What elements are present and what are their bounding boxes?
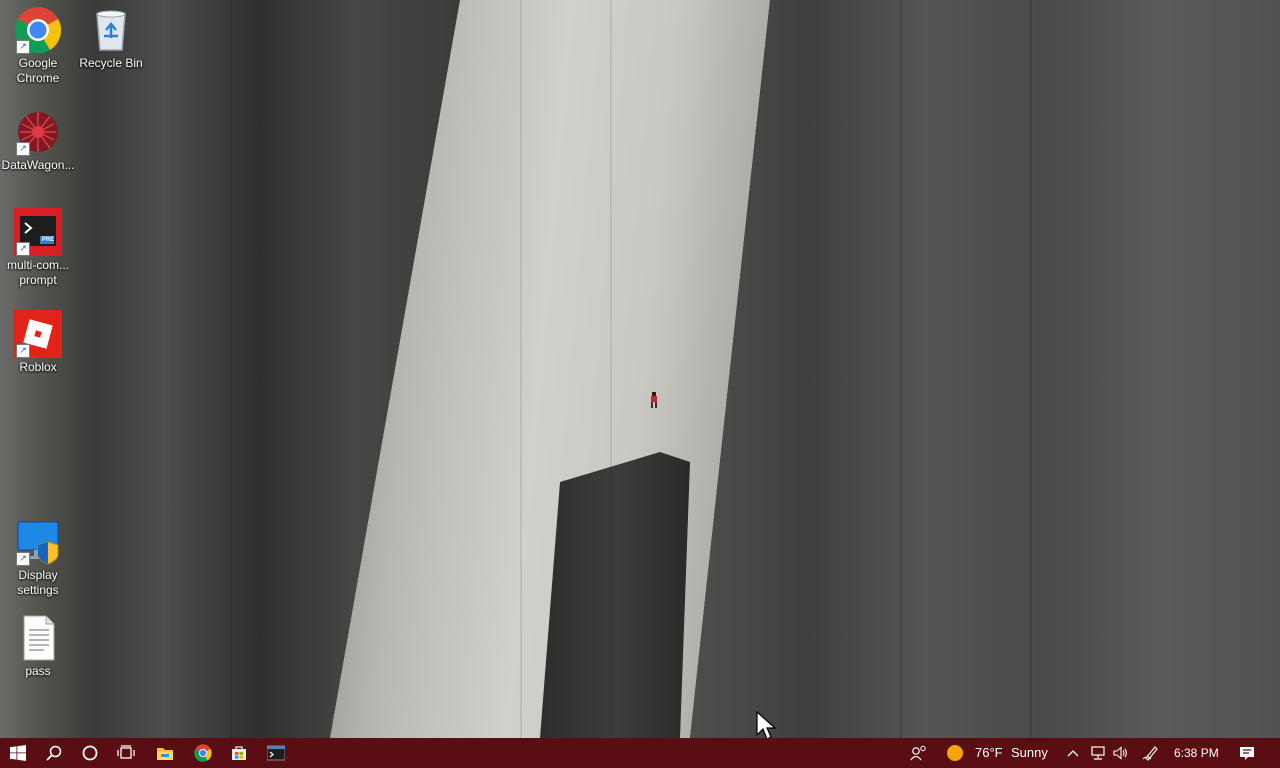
weather-temperature[interactable]: 76°F: [975, 738, 1003, 768]
climber-figure: [651, 392, 657, 408]
show-hidden-icons-button[interactable]: [1064, 738, 1082, 768]
terminal-badge: PRE: [41, 237, 55, 243]
shortcut-arrow-icon: ↗: [16, 142, 30, 156]
desktop-icon-label: pass: [25, 664, 51, 678]
start-button[interactable]: [0, 738, 36, 768]
cortana-circle-icon: [82, 745, 98, 761]
task-view-button[interactable]: [108, 738, 144, 768]
store-bag-icon: [232, 746, 246, 760]
desktop-icon-display-settings[interactable]: ↗ Display settings: [0, 518, 76, 598]
clock[interactable]: 6:38 PM: [1174, 738, 1219, 768]
chrome-icon: [194, 744, 212, 762]
desktop-icon-label: DataWagon...: [1, 158, 75, 172]
terminal-icon: [267, 745, 285, 761]
wallpaper-streak: [610, 0, 612, 738]
shortcut-arrow-icon: ↗: [16, 40, 30, 54]
wallpaper-streak: [230, 0, 232, 738]
pen-icon: [1142, 746, 1158, 761]
search-button[interactable]: [36, 738, 72, 768]
taskbar-chrome[interactable]: [184, 738, 222, 768]
recycle-bin-icon: [87, 6, 135, 54]
cortana-button[interactable]: [72, 738, 108, 768]
desktop-icon-label: Google Chrome: [16, 56, 60, 85]
desktop-icon-label: Display settings: [17, 568, 59, 597]
desktop-icon-label: Recycle Bin: [79, 56, 143, 70]
taskbar-microsoft-store[interactable]: [220, 738, 258, 768]
wallpaper-streak: [1030, 0, 1032, 738]
desktop-icon-label: Roblox: [19, 360, 57, 374]
wallpaper-rock-pillar: [540, 452, 690, 738]
terminal-icon: PRE ↗: [14, 208, 62, 256]
windows-logo-icon: [10, 745, 26, 761]
search-icon: [46, 745, 62, 761]
shortcut-arrow-icon: ↗: [16, 344, 30, 358]
desktop-icon-roblox[interactable]: ↗ Roblox: [0, 310, 76, 375]
people-button[interactable]: [905, 738, 933, 768]
datawagon-icon: ↗: [14, 108, 62, 156]
display-settings-icon: ↗: [14, 518, 62, 566]
people-icon: [910, 745, 926, 761]
folder-icon: [157, 748, 173, 760]
taskbar-terminal[interactable]: [257, 738, 295, 768]
chevron-up-icon: [1067, 750, 1079, 757]
weather-button[interactable]: [944, 738, 966, 768]
network-icon: [1091, 746, 1105, 760]
wallpaper-streak: [520, 0, 522, 738]
task-view-icon: [117, 745, 135, 759]
wallpaper-streak: [900, 0, 902, 738]
speaker-icon: [1113, 746, 1127, 760]
pen-workspace-button[interactable]: [1140, 738, 1162, 768]
desktop-icon-pass[interactable]: pass: [0, 614, 76, 679]
mouse-cursor-icon: [756, 711, 776, 738]
desktop-icon-label: multi-com... prompt: [6, 258, 69, 287]
network-button[interactable]: [1088, 738, 1108, 768]
chrome-icon: ↗: [14, 6, 62, 54]
roblox-icon: ↗: [14, 310, 62, 358]
sun-icon: [947, 745, 963, 761]
desktop-icon-datawagon[interactable]: ↗ DataWagon...: [0, 108, 76, 173]
desktop-icon-recycle-bin[interactable]: Recycle Bin: [73, 6, 149, 71]
taskbar-file-explorer[interactable]: [146, 738, 184, 768]
desktop-icon-multi-command-prompt[interactable]: PRE ↗ multi-com... prompt: [0, 208, 76, 288]
action-center-button[interactable]: [1234, 738, 1260, 768]
volume-button[interactable]: [1110, 738, 1130, 768]
wallpaper-rock-right: [690, 0, 1280, 738]
weather-condition[interactable]: Sunny: [1011, 738, 1048, 768]
shortcut-arrow-icon: ↗: [16, 242, 30, 256]
desktop[interactable]: ↗ Google Chrome Recycle Bin ↗ DataWagon.…: [0, 0, 1280, 738]
desktop-icon-google-chrome[interactable]: ↗ Google Chrome: [0, 6, 76, 86]
notification-icon: [1240, 747, 1254, 760]
shortcut-arrow-icon: ↗: [16, 552, 30, 566]
text-file-icon: [14, 614, 62, 662]
taskbar: 76°F Sunny 6:38 PM: [0, 738, 1280, 768]
